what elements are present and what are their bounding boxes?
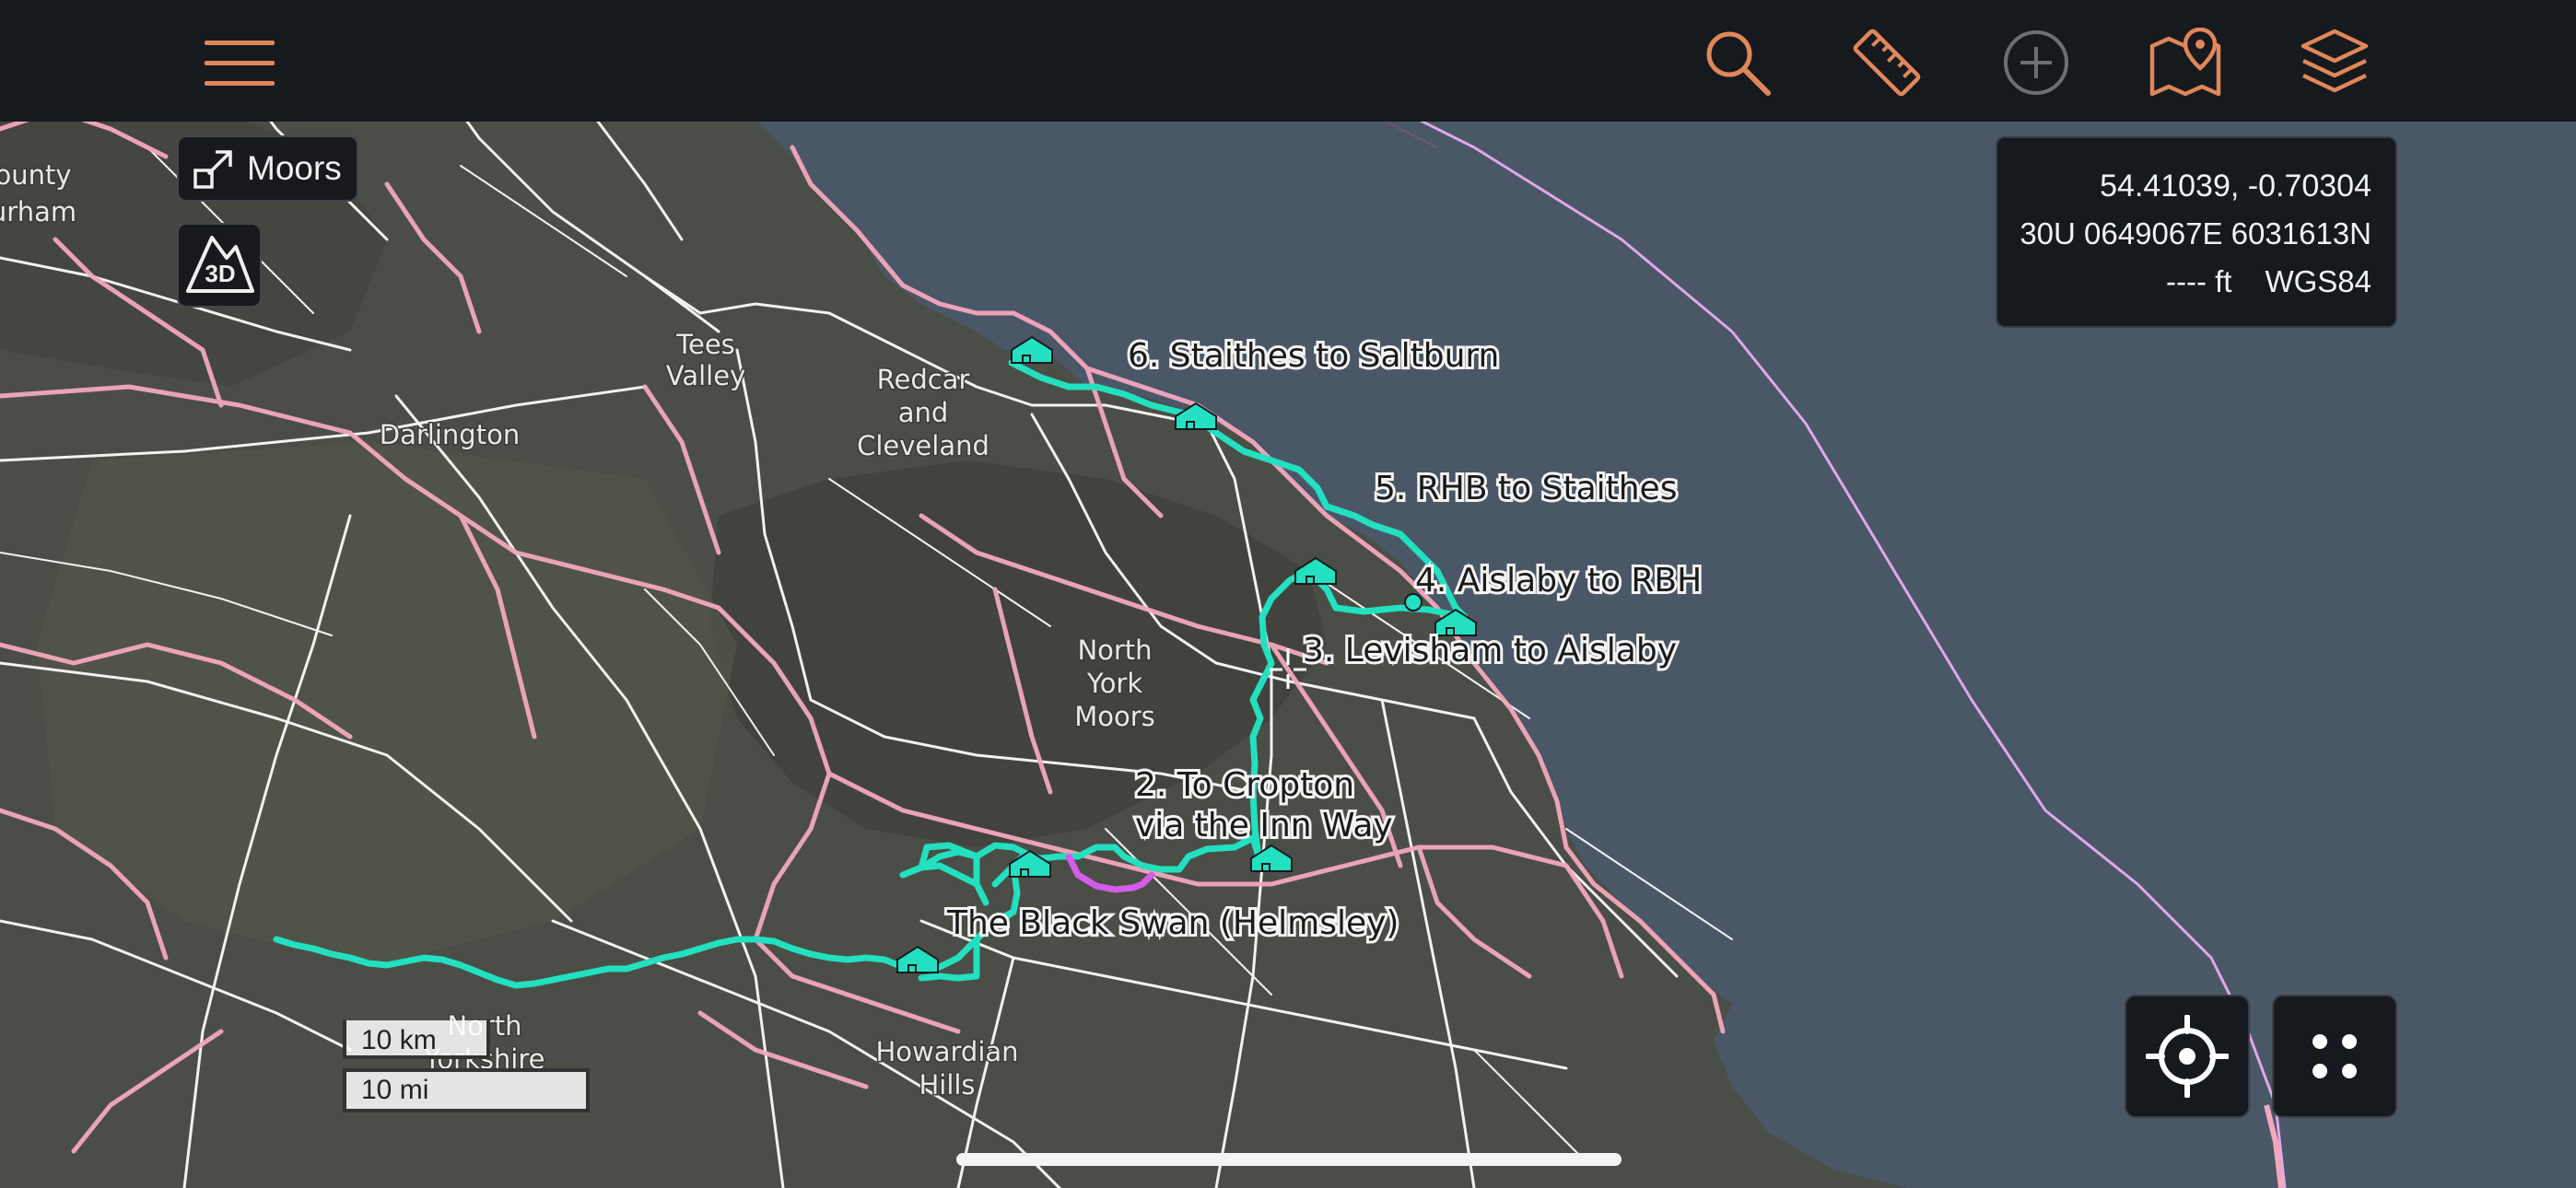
layers-icon [2301,29,2369,93]
map-pin-button[interactable] [2141,18,2230,107]
route-label[interactable]: 2. To Cropton [1132,763,1357,807]
place-label: North [1077,635,1152,666]
datum-readout: WGS84 [2265,264,2371,298]
place-label: urham [0,196,76,227]
more-controls-button[interactable] [2272,995,2397,1118]
place-label: Howardian [875,1036,1018,1067]
search-icon [1706,31,1771,96]
four-dots-icon [2313,1034,2357,1078]
map-pin-icon [2149,28,2221,97]
locate-me-button[interactable] [2125,995,2250,1118]
place-label: Darlington [380,419,520,450]
latlon-readout: 54.41039, -0.70304 [2100,169,2371,204]
place-label: Hills [919,1069,975,1101]
route-label[interactable]: The Black Swan (Helmsley) [943,902,1401,945]
active-map-chip[interactable]: Moors [177,135,358,202]
place-label: Redcar [877,364,970,395]
place-label: Cleveland [857,430,989,461]
add-circle-icon [2004,30,2068,95]
active-map-label: Moors [247,149,342,187]
utm-readout: 30U 0649067E 6031613N [2020,216,2371,250]
view-3d-label: 3D [205,260,235,287]
search-button[interactable] [1693,18,1782,107]
route-label[interactable]: 6. Staithes to Saltburn [1125,334,1502,378]
hamburger-menu-icon [205,41,275,86]
route-label[interactable]: 3. Levisham to Aislaby [1300,629,1680,672]
elevation-datum-row: ---- ft WGS84 [1997,258,2371,306]
place-label: and [898,397,949,428]
expand-arrow-icon [190,145,238,192]
home-indicator[interactable] [956,1153,1622,1166]
add-waypoint-button[interactable] [1992,18,2080,107]
top-toolbar [0,0,2576,122]
coordinate-readout-panel: 54.41039, -0.70304 30U 0649067E 6031613N… [1996,136,2397,328]
menu-button[interactable] [195,18,284,107]
route-label[interactable]: 4. Aislaby to RBH [1412,559,1704,602]
place-label: Moors [1074,701,1155,732]
measure-button[interactable] [1843,18,1931,107]
place-label: Tees [675,329,735,360]
crosshair-locate-icon [2146,1015,2229,1098]
place-label: Valley [666,360,745,391]
route-label[interactable]: via the Inn Way [1132,804,1396,847]
route-label[interactable]: 5. RHB to Staithes [1372,467,1680,510]
place-label: York [1086,668,1143,699]
scale-bar-km: 10 km [343,1020,490,1059]
layers-button[interactable] [2290,18,2379,107]
ruler-icon [1853,29,1921,97]
view-3d-button[interactable]: 3D [177,223,262,308]
3d-terrain-icon: 3D [186,236,254,293]
scale-bar-mi: 10 mi [343,1068,590,1112]
elevation-readout: ---- ft [2165,264,2232,298]
place-label: ounty [0,159,72,191]
